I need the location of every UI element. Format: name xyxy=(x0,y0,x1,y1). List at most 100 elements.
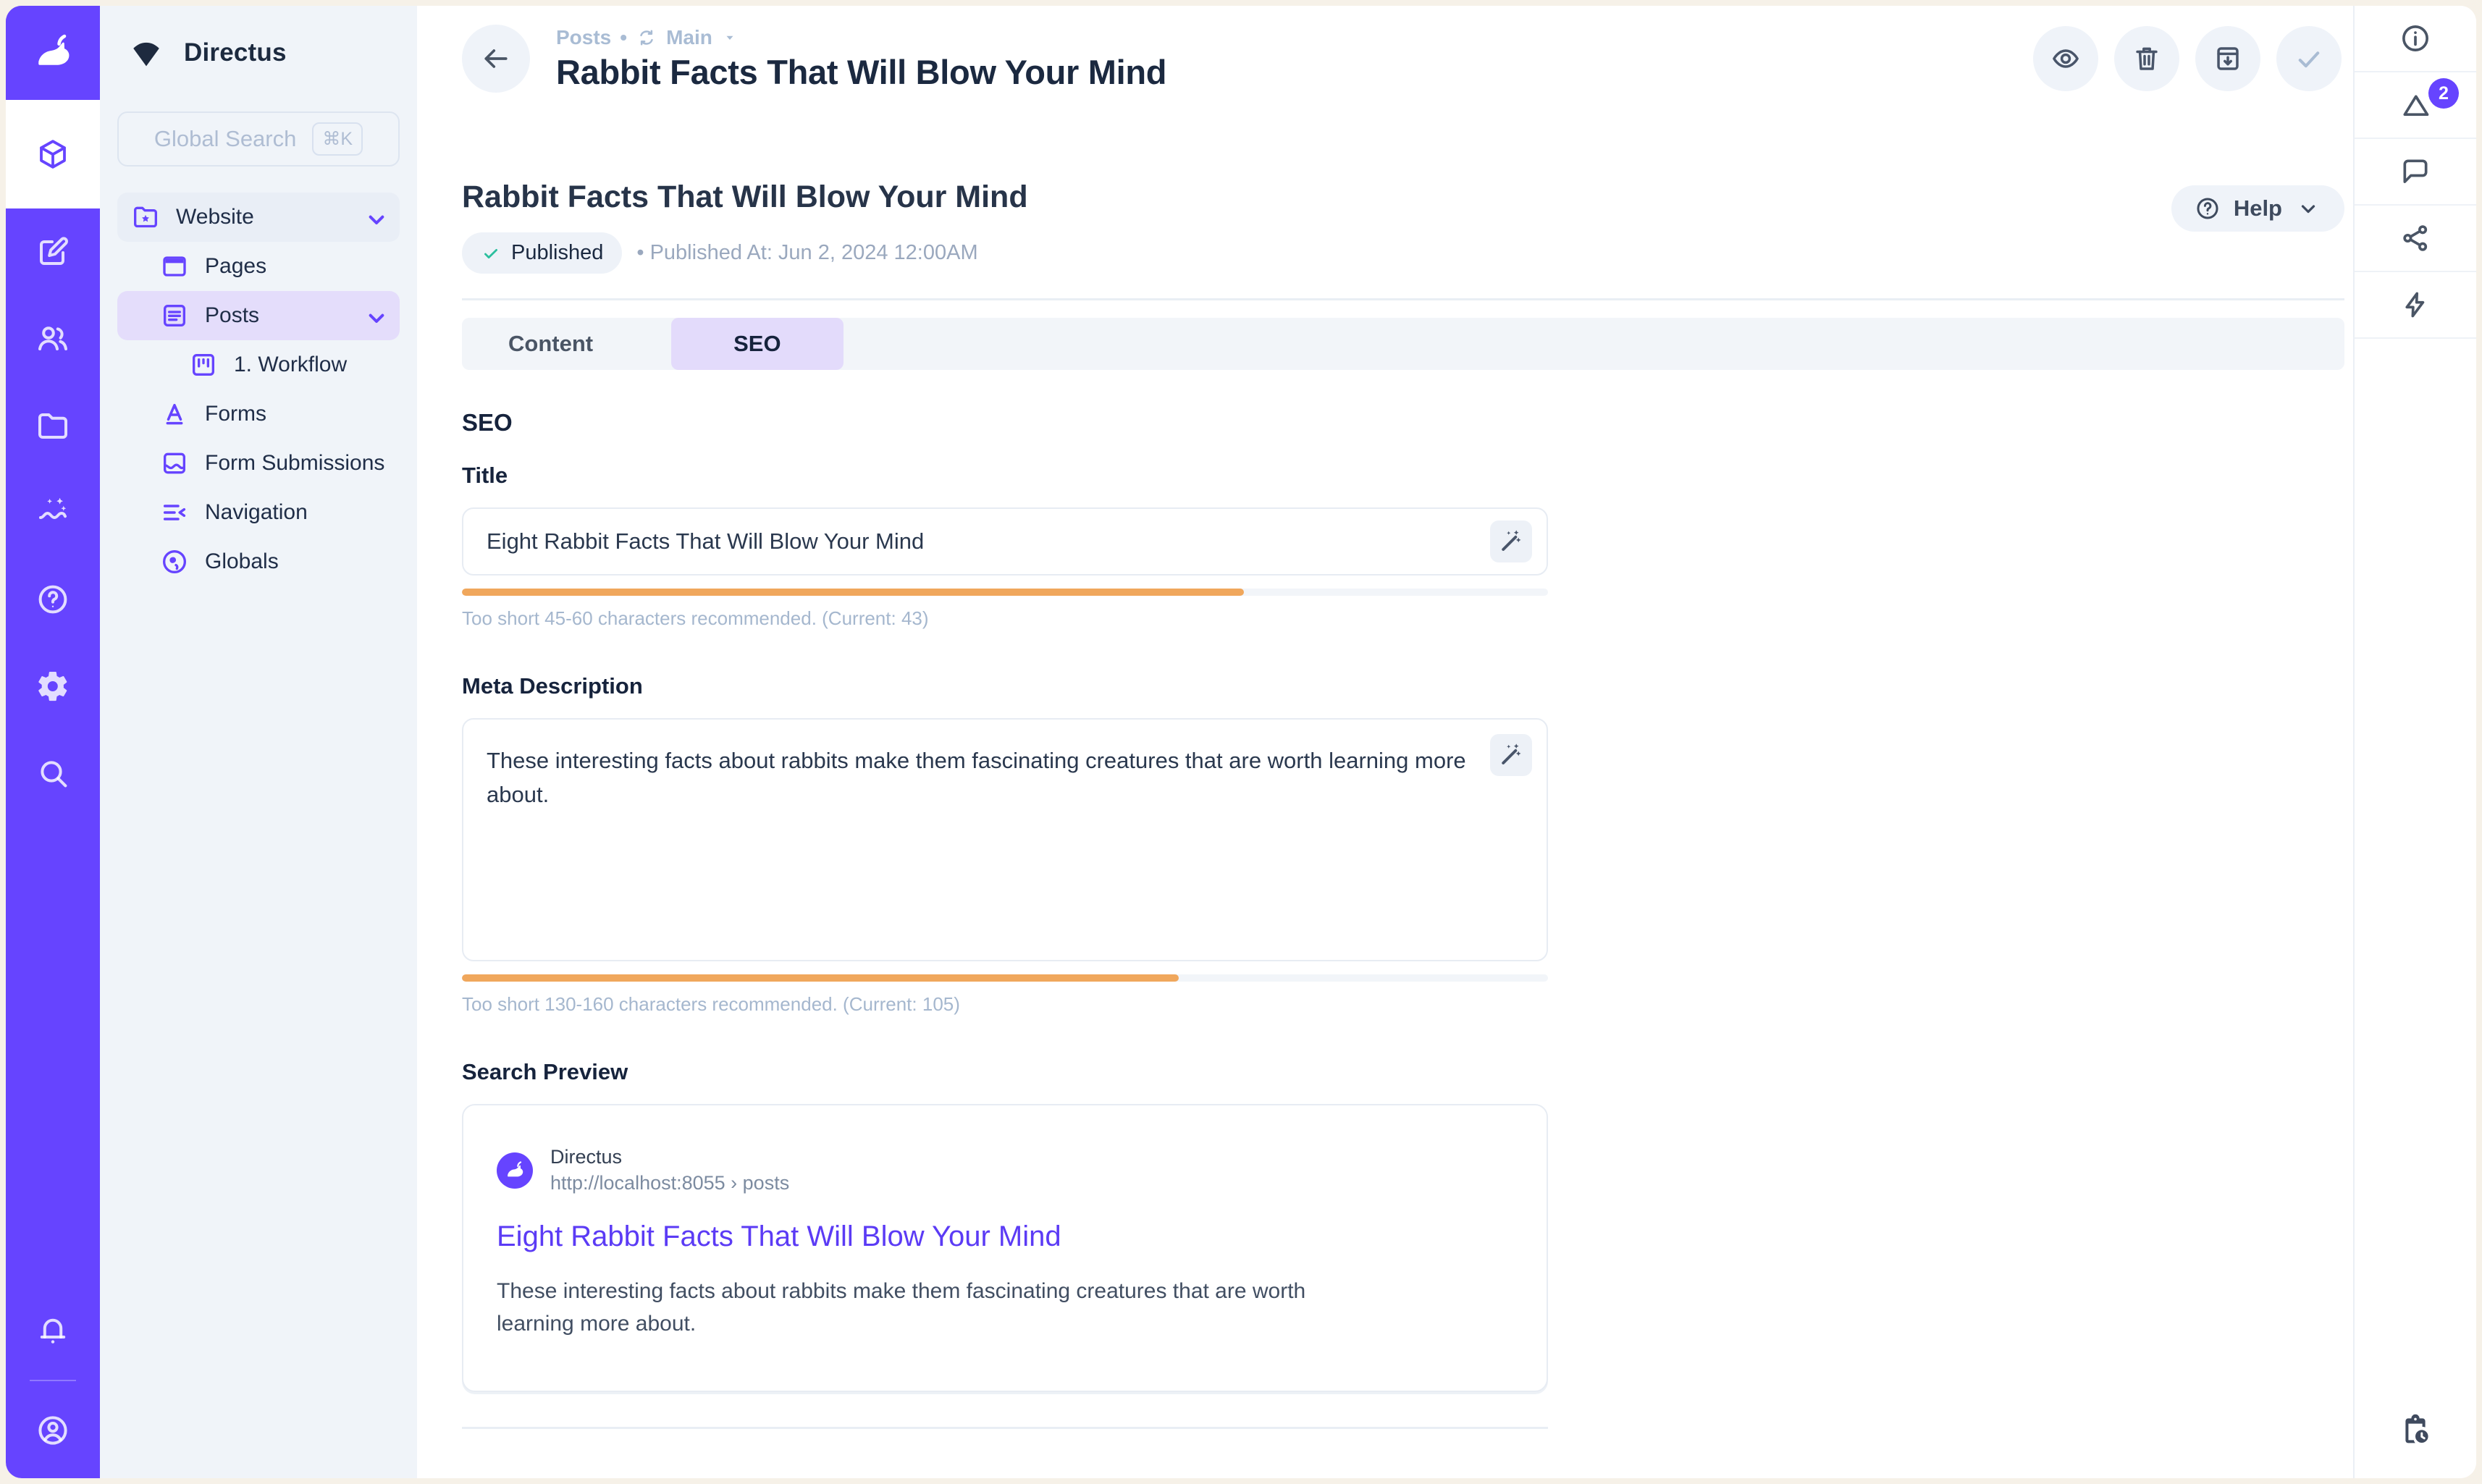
module-content[interactable] xyxy=(6,100,100,208)
back-button[interactable] xyxy=(462,25,530,93)
comments-panel-button[interactable] xyxy=(2355,139,2476,206)
module-editor[interactable] xyxy=(6,208,100,295)
globe-icon xyxy=(160,547,189,576)
chevron-down-icon[interactable] xyxy=(362,205,387,229)
meta-length-progress-fill xyxy=(462,974,1179,982)
comment-icon xyxy=(2399,156,2431,187)
notifications-button[interactable] xyxy=(6,1287,100,1374)
sidebar-item-website[interactable]: Website xyxy=(117,193,400,242)
caret-down-icon[interactable] xyxy=(721,29,739,46)
navigation-sidebar: Directus Global Search ⌘K Website xyxy=(100,6,417,1478)
eye-icon xyxy=(2050,43,2081,74)
folder-icon xyxy=(35,408,70,443)
info-panel-button[interactable] xyxy=(2355,6,2476,72)
search-icon xyxy=(35,756,70,791)
preview-site-url: http://localhost:8055 › posts xyxy=(550,1172,789,1194)
preview-site-name: Directus xyxy=(550,1146,789,1168)
kanban-icon xyxy=(189,350,218,379)
sidebar-item-pages[interactable]: Pages xyxy=(117,242,400,291)
seo-meta-textarea[interactable]: These interesting facts about rabbits ma… xyxy=(462,718,1548,961)
directus-logo[interactable] xyxy=(6,6,100,100)
user-menu-button[interactable] xyxy=(6,1387,100,1474)
arrow-left-icon xyxy=(480,43,512,75)
module-search[interactable] xyxy=(6,730,100,817)
tab-seo[interactable]: SEO xyxy=(671,318,843,370)
global-search-input[interactable]: Global Search ⌘K xyxy=(117,111,400,166)
module-docs[interactable] xyxy=(6,556,100,643)
app-frame: Directus Global Search ⌘K Website xyxy=(6,6,2476,1478)
help-button[interactable]: Help xyxy=(2171,185,2344,232)
status-label: Published xyxy=(511,241,603,265)
page-body: Rabbit Facts That Will Blow Your Mind Pu… xyxy=(417,93,2353,1429)
preview-result-description: These interesting facts about rabbits ma… xyxy=(497,1275,1344,1340)
revisions-panel-button[interactable]: 2 xyxy=(2355,72,2476,139)
breadcrumb-version[interactable]: Main xyxy=(666,26,712,49)
page-title: Rabbit Facts That Will Blow Your Mind xyxy=(556,52,1166,92)
users-icon xyxy=(35,321,70,356)
letter-a-icon xyxy=(160,400,189,429)
gear-icon xyxy=(35,669,70,704)
archive-button[interactable] xyxy=(2195,26,2260,91)
project-fan-icon xyxy=(127,34,165,72)
seo-title-input[interactable] xyxy=(462,507,1548,576)
insights-icon xyxy=(35,495,70,530)
avatar-icon xyxy=(35,1413,70,1448)
generate-meta-button[interactable] xyxy=(1490,734,1532,776)
check-circle-icon xyxy=(481,243,501,264)
inbox-wave-icon xyxy=(160,449,189,478)
sidebar-item-label: Website xyxy=(176,205,254,229)
help-label: Help xyxy=(2234,195,2282,222)
tab-content[interactable]: Content xyxy=(462,318,639,370)
pending-activity-button[interactable] xyxy=(2355,1384,2476,1478)
rabbit-logo-icon xyxy=(503,1159,526,1182)
flows-panel-button[interactable] xyxy=(2355,272,2476,339)
module-bar-bottom xyxy=(6,1287,100,1478)
title-length-progress-fill xyxy=(462,589,1244,596)
sidebar-item-posts[interactable]: Posts xyxy=(117,291,400,340)
check-icon xyxy=(2294,43,2324,74)
module-insights[interactable] xyxy=(6,469,100,556)
generate-title-button[interactable] xyxy=(1490,520,1532,562)
sidebar-item-label: Forms xyxy=(205,402,266,426)
bell-icon xyxy=(35,1313,70,1348)
breadcrumb-collection[interactable]: Posts xyxy=(556,26,611,49)
title-length-progress xyxy=(462,589,1548,596)
chevron-down-icon xyxy=(2295,195,2321,222)
toolbar xyxy=(2033,26,2342,91)
collections-nav: Website Pages xyxy=(117,193,400,586)
breadcrumb[interactable]: Posts • Main xyxy=(556,26,1166,49)
search-shortcut-chip: ⌘K xyxy=(312,122,363,156)
project-header[interactable]: Directus xyxy=(117,6,400,100)
preview-button[interactable] xyxy=(2033,26,2098,91)
share-panel-button[interactable] xyxy=(2355,206,2476,272)
module-users[interactable] xyxy=(6,295,100,382)
save-button[interactable] xyxy=(2276,26,2342,91)
search-placeholder: Global Search xyxy=(154,126,296,152)
preview-result-title[interactable]: Eight Rabbit Facts That Will Blow Your M… xyxy=(497,1220,1513,1253)
project-name: Directus xyxy=(184,38,287,67)
sidebar-item-form-submissions[interactable]: Form Submissions xyxy=(117,439,400,488)
delete-button[interactable] xyxy=(2114,26,2179,91)
meta-length-progress xyxy=(462,974,1548,982)
sidebar-item-label: Navigation xyxy=(205,500,308,525)
folder-star-icon xyxy=(131,203,160,232)
bolt-icon xyxy=(2399,289,2431,321)
sidebar-item-globals[interactable]: Globals xyxy=(117,537,400,586)
help-circle-icon xyxy=(35,582,70,617)
module-files[interactable] xyxy=(6,382,100,469)
item-title-row: Rabbit Facts That Will Blow Your Mind Pu… xyxy=(462,180,2344,274)
breadcrumb-separator: • xyxy=(620,26,627,49)
module-settings[interactable] xyxy=(6,643,100,730)
chevron-down-icon[interactable] xyxy=(362,303,387,328)
revisions-triangle-icon xyxy=(2399,89,2431,121)
sidebar-item-workflow[interactable]: 1. Workflow xyxy=(117,340,400,389)
trash-icon xyxy=(2132,43,2162,74)
sidebar-item-navigation[interactable]: Navigation xyxy=(117,488,400,537)
title-length-hint: Too short 45-60 characters recommended. … xyxy=(462,607,1548,630)
main-area: Posts • Main Rabbit Facts That Will Blow… xyxy=(417,6,2353,1478)
archive-icon xyxy=(2213,43,2243,74)
info-icon xyxy=(2399,22,2431,54)
preview-favicon xyxy=(497,1152,533,1189)
search-preview-label: Search Preview xyxy=(462,1059,1548,1085)
sidebar-item-forms[interactable]: Forms xyxy=(117,389,400,439)
